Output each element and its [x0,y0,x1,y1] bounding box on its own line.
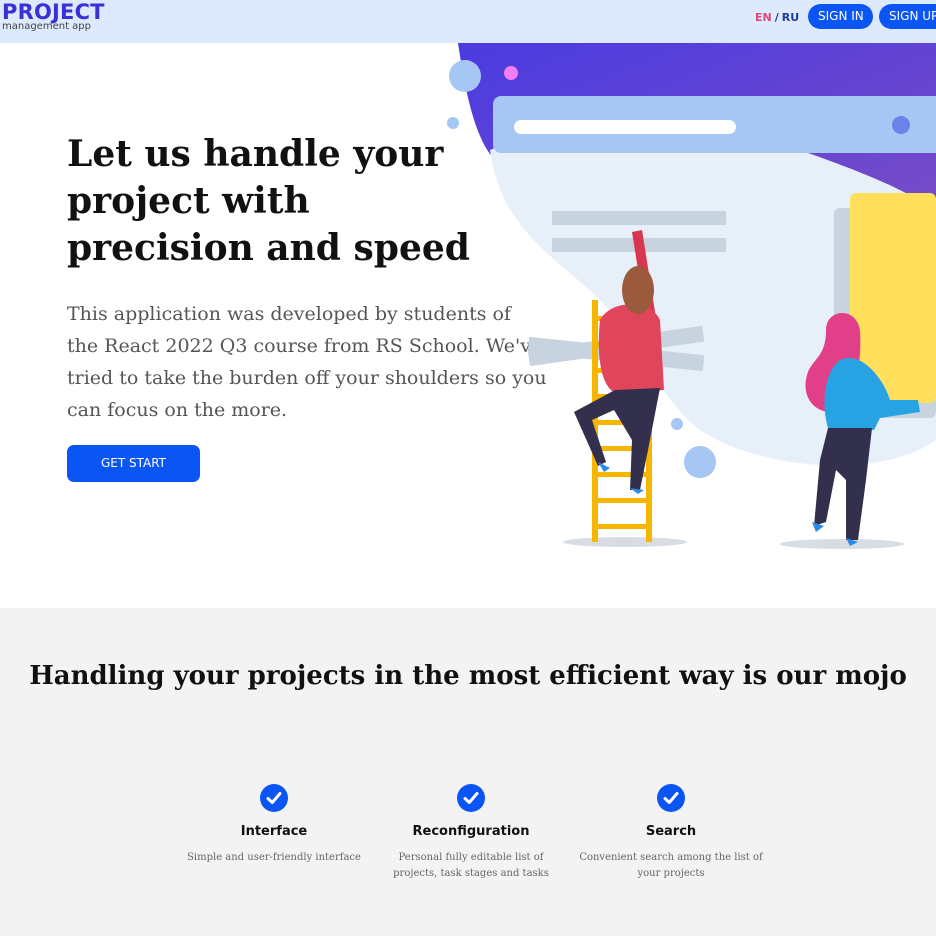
feature-search: Search Convenient search among the list … [576,784,766,882]
feature-name: Interface [240,824,308,839]
lang-ru-link[interactable]: RU [782,11,799,24]
feature-reconfiguration: Reconfiguration Personal fully editable … [376,784,566,882]
check-circle-icon [260,784,288,812]
feature-name: Search [645,824,697,839]
language-switcher: EN / RU [755,11,799,24]
shadow-shape [780,539,904,549]
features-section: Handling your projects in the most effic… [0,608,936,936]
decor-dot [671,418,683,430]
hero-illustration [447,43,936,549]
sign-in-button[interactable]: SIGN IN [808,4,873,29]
decor-dot [449,60,481,92]
check-circle-icon [457,784,485,812]
browser-dot [892,116,910,134]
lang-separator: / [774,11,779,24]
content-bar [552,211,726,225]
feature-description: Personal fully editable list of projects… [393,852,549,879]
browser-address-bar [514,120,736,134]
feature-interface: Interface Simple and user-friendly inter… [179,784,369,866]
top-navbar: PROJECT management app EN / RU SIGN IN SIG… [0,0,936,43]
app-logo[interactable]: PROJECT management app [2,1,105,32]
feature-description: Convenient search among the list of your… [579,852,763,879]
features-title: Handling your projects in the most effic… [29,661,907,691]
logo-title: PROJECT [2,0,105,24]
check-circle-icon [657,784,685,812]
feature-description: Simple and user-friendly interface [187,852,361,863]
decor-dot [684,446,716,478]
shadow-shape [563,537,687,547]
logo-subtitle: management app [2,21,91,32]
feature-name: Reconfiguration [412,824,530,839]
decor-dot [504,66,518,80]
get-start-button[interactable]: GET START [67,445,200,482]
lang-en-link[interactable]: EN [755,11,772,24]
decor-dot [447,117,459,129]
sign-up-button[interactable]: SIGN UP [879,4,936,29]
